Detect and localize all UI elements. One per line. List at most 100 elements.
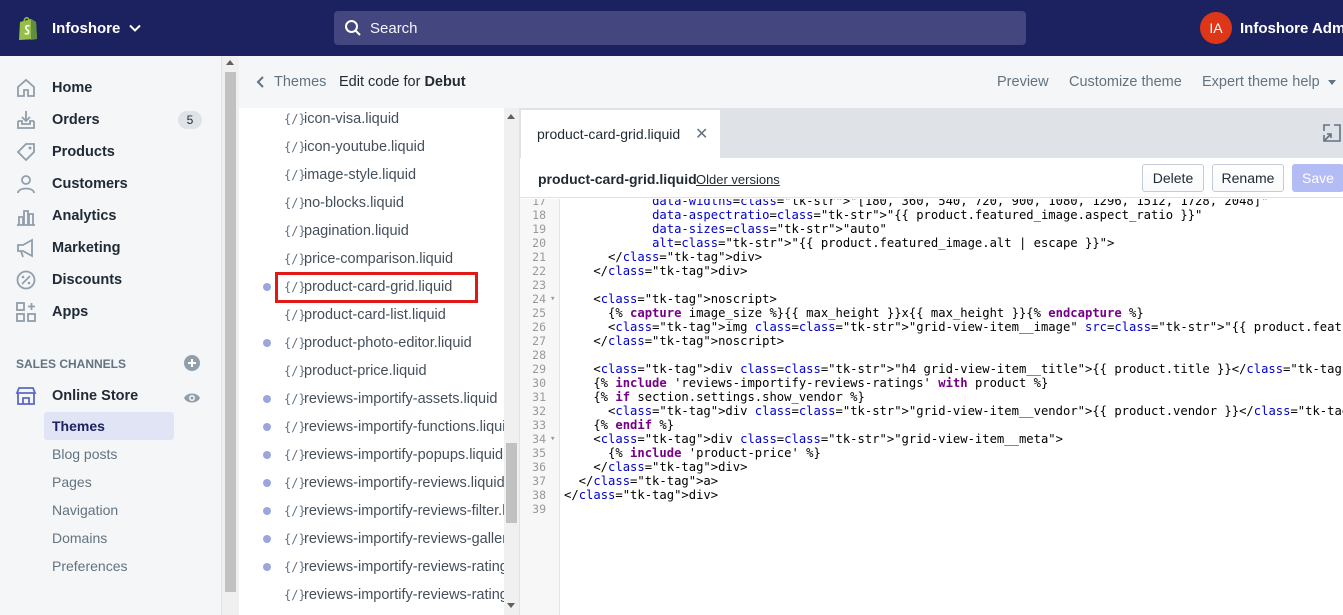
file-list-item[interactable]: {/} product-price.liquid bbox=[239, 357, 504, 385]
save-button[interactable]: Save bbox=[1292, 164, 1343, 192]
line-number: 39 bbox=[532, 502, 546, 516]
code-line: 39 bbox=[520, 502, 1343, 516]
top-bar: Infoshore Search IA Infoshore Admin bbox=[0, 0, 1343, 56]
file-name: reviews-importify-assets.liquid bbox=[304, 391, 498, 407]
modified-dot-icon bbox=[263, 479, 271, 487]
modified-dot-icon bbox=[263, 451, 271, 459]
apps-icon bbox=[16, 302, 36, 322]
nav-label-products: Products bbox=[52, 144, 115, 160]
store-switcher[interactable]: Infoshore bbox=[16, 15, 334, 41]
line-number: 22 bbox=[532, 264, 546, 278]
liquid-file-icon: {/} bbox=[284, 476, 306, 490]
file-list-item[interactable]: {/}reviews-importify-reviews-filter.liqu… bbox=[239, 497, 504, 525]
page-title: Edit code for Debut bbox=[339, 74, 466, 90]
file-list-item[interactable]: {/}reviews-importify-reviews-rating.liqu… bbox=[239, 553, 504, 581]
sub-item-navigation[interactable]: Navigation bbox=[44, 496, 174, 524]
chevron-left-icon bbox=[256, 76, 264, 88]
side-navigation: Home Orders 5 Products Customers Analyti… bbox=[0, 56, 222, 615]
file-list-item[interactable]: {/} reviews-importify-reviews.liquid bbox=[239, 469, 504, 497]
file-list-item[interactable]: {/} reviews-importify-popups.liquid bbox=[239, 441, 504, 469]
editor-tab[interactable]: product-card-grid.liquid ✕ bbox=[521, 110, 720, 158]
line-number: 18 bbox=[532, 208, 546, 222]
account-menu[interactable]: IA Infoshore Admin bbox=[1200, 12, 1343, 44]
scroll-up-arrow-icon[interactable] bbox=[226, 60, 234, 65]
add-channel-plus-icon[interactable] bbox=[183, 354, 201, 372]
file-list-item[interactable]: {/}reviews-importify-reviews-rating-2.li… bbox=[239, 581, 504, 609]
code-line: 33 {% endif %} bbox=[520, 418, 1343, 432]
code-line: 20 alt=class="tk-str">"{{ product.featur… bbox=[520, 236, 1343, 250]
code-area[interactable]: 17 data-widths=class="tk-str">"[180, 360… bbox=[520, 199, 1343, 615]
nav-item-home[interactable]: Home bbox=[0, 73, 222, 103]
nav-item-analytics[interactable]: Analytics bbox=[0, 201, 222, 231]
delete-button[interactable]: Delete bbox=[1142, 164, 1204, 192]
liquid-file-icon: {/} bbox=[284, 588, 306, 602]
search-input[interactable]: Search bbox=[334, 11, 1026, 45]
liquid-file-icon: {/} bbox=[284, 252, 306, 266]
nav-item-apps[interactable]: Apps bbox=[0, 297, 222, 327]
file-list-item[interactable]: {/} reviews-importify-functions.liquid bbox=[239, 413, 504, 441]
file-list-item[interactable]: {/} pagination.liquid bbox=[239, 217, 504, 245]
file-list-item[interactable]: {/} product-photo-editor.liquid bbox=[239, 329, 504, 357]
code-line: 21 </class="tk-tag">div> bbox=[520, 250, 1343, 264]
line-number: 31 bbox=[532, 390, 546, 404]
code-text: <class="tk-tag">div class=class="tk-str"… bbox=[564, 432, 1063, 446]
code-text: {% endif %} bbox=[564, 418, 675, 432]
tag-icon bbox=[16, 143, 35, 162]
file-list-item[interactable]: {/}reviews-importify-reviews-gallery.liq… bbox=[239, 525, 504, 553]
nav-item-orders[interactable]: Orders 5 bbox=[0, 105, 222, 135]
file-list-scrollbar[interactable] bbox=[504, 108, 519, 615]
eye-icon[interactable] bbox=[183, 389, 201, 407]
editor-tab-label: product-card-grid.liquid bbox=[537, 126, 681, 142]
expand-icon[interactable] bbox=[1322, 123, 1342, 143]
back-to-themes-link[interactable]: Themes bbox=[254, 74, 326, 90]
file-list-item[interactable]: {/} icon-youtube.liquid bbox=[239, 133, 504, 161]
nav-label-analytics: Analytics bbox=[52, 208, 117, 224]
file-name: price-comparison.liquid bbox=[304, 251, 454, 267]
back-label: Themes bbox=[274, 74, 327, 90]
line-number: 25 bbox=[532, 306, 546, 320]
nav-label-orders: Orders bbox=[52, 112, 100, 128]
chevron-down-icon bbox=[129, 24, 142, 32]
file-name: image-style.liquid bbox=[304, 167, 417, 183]
line-number: 21 bbox=[532, 250, 546, 264]
customize-theme-link[interactable]: Customize theme bbox=[1069, 74, 1182, 90]
expert-theme-help-menu[interactable]: Expert theme help bbox=[1202, 74, 1336, 90]
line-number: 28 bbox=[532, 348, 546, 362]
fold-toggle-icon[interactable]: ▾ bbox=[550, 432, 555, 446]
sub-item-blog-posts[interactable]: Blog posts bbox=[44, 440, 174, 468]
scroll-down-arrow-icon[interactable] bbox=[507, 603, 515, 608]
scroll-up-arrow-icon[interactable] bbox=[507, 114, 515, 119]
fold-toggle-icon[interactable]: ▾ bbox=[550, 292, 555, 306]
file-list-item[interactable]: {/} no-blocks.liquid bbox=[239, 189, 504, 217]
file-list-item[interactable]: {/} image-style.liquid bbox=[239, 161, 504, 189]
close-tab-icon[interactable]: ✕ bbox=[695, 124, 708, 144]
code-line: 26 <class="tk-tag">img class=class="tk-s… bbox=[520, 320, 1343, 334]
file-list-item[interactable]: {/} reviews-importify-assets.liquid bbox=[239, 385, 504, 413]
rename-button[interactable]: Rename bbox=[1212, 164, 1284, 192]
nav-item-discounts[interactable]: Discounts bbox=[0, 265, 222, 295]
sub-item-themes[interactable]: Themes bbox=[44, 412, 174, 440]
sidenav-scrollbar[interactable] bbox=[222, 56, 239, 615]
code-text: data-aspectratio=class="tk-str">"{{ prod… bbox=[652, 208, 1203, 222]
preview-link[interactable]: Preview bbox=[997, 74, 1049, 90]
file-list-item[interactable]: {/} price-comparison.liquid bbox=[239, 245, 504, 273]
nav-item-products[interactable]: Products bbox=[0, 137, 222, 167]
sub-item-preferences[interactable]: Preferences bbox=[44, 552, 174, 580]
nav-item-marketing[interactable]: Marketing bbox=[0, 233, 222, 263]
nav-item-customers[interactable]: Customers bbox=[0, 169, 222, 199]
sub-item-domains[interactable]: Domains bbox=[44, 524, 174, 552]
orders-icon bbox=[17, 111, 35, 129]
older-versions-link[interactable]: Older versions bbox=[696, 172, 780, 187]
line-number: 19 bbox=[532, 222, 546, 236]
file-list-item[interactable]: {/} product-card-list.liquid bbox=[239, 301, 504, 329]
liquid-file-icon: {/} bbox=[284, 392, 306, 406]
scrollbar-thumb[interactable] bbox=[506, 443, 517, 523]
liquid-file-icon: {/} bbox=[284, 168, 306, 182]
sub-item-pages[interactable]: Pages bbox=[44, 468, 174, 496]
liquid-file-icon: {/} bbox=[284, 448, 306, 462]
line-number: 38 bbox=[532, 488, 546, 502]
code-text: data-sizes=class="tk-str">"auto" bbox=[652, 222, 887, 236]
scrollbar-thumb[interactable] bbox=[225, 72, 236, 592]
line-number: 24 bbox=[532, 292, 546, 306]
file-list-item[interactable]: {/} icon-visa.liquid bbox=[239, 108, 504, 133]
